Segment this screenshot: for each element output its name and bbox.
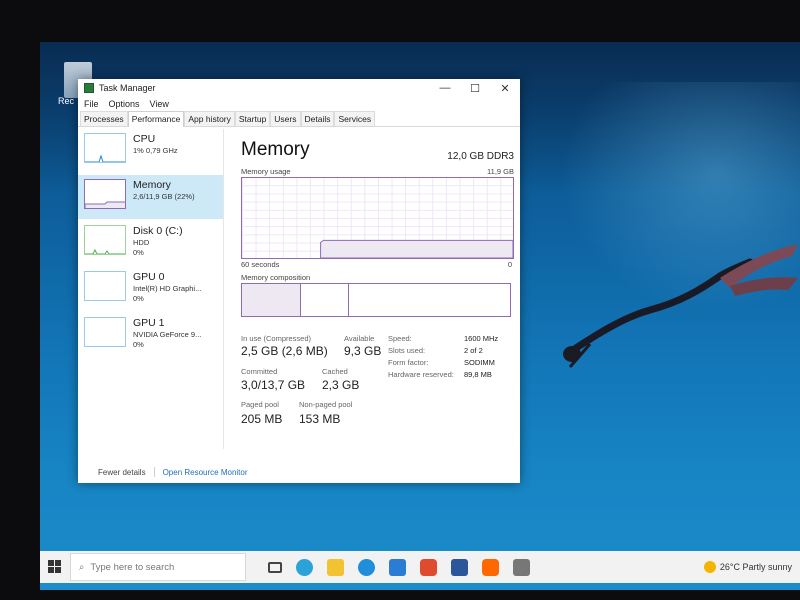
- brave-icon[interactable]: [420, 558, 437, 576]
- paged-pool-label: Paged pool: [241, 400, 279, 409]
- diver-wallpaper: [563, 244, 798, 368]
- tab-details[interactable]: Details: [300, 111, 335, 126]
- slots-label: Slots used:: [388, 346, 426, 355]
- memory-composition-bar[interactable]: [241, 283, 511, 317]
- menu-view[interactable]: View: [150, 99, 169, 109]
- form-factor-value: SODIMM: [464, 358, 495, 367]
- memory-panel: Memory 12,0 GB DDR3 Memory usage 11,9 GB…: [238, 129, 516, 449]
- window-title: Task Manager: [99, 83, 156, 93]
- weather-app-icon[interactable]: [296, 558, 313, 576]
- cached-label: Cached: [322, 367, 348, 376]
- non-paged-pool-value: 153 MB: [299, 412, 341, 426]
- tab-processes[interactable]: Processes: [80, 111, 128, 126]
- task-manager-window: Task Manager — ☐ ✕ File Options View Pro…: [78, 79, 520, 483]
- sidebar-item-label: Disk 0 (C:): [133, 225, 183, 237]
- sidebar-item-value: 2,6/11,9 GB (22%): [133, 192, 195, 201]
- usage-graph-max: 11,9 GB: [487, 167, 514, 176]
- title-bar[interactable]: Task Manager — ☐ ✕: [78, 79, 520, 97]
- tab-bar: Processes Performance App history Startu…: [78, 111, 520, 127]
- in-use-value: 2,5 GB (2,6 MB): [241, 344, 328, 358]
- sidebar-item-value: 1% 0,79 GHz: [133, 146, 178, 155]
- maximize-button[interactable]: ☐: [460, 82, 490, 95]
- non-paged-pool-label: Non-paged pool: [299, 400, 353, 409]
- footer: Fewer details Open Resource Monitor: [78, 461, 520, 483]
- cpu-graph-thumbnail: [84, 133, 126, 163]
- slots-value: 2 of 2: [464, 346, 483, 355]
- file-explorer-icon[interactable]: [327, 558, 344, 576]
- sidebar-item-value: Intel(R) HD Graphi...: [133, 284, 202, 293]
- gpu1-graph-thumbnail: [84, 317, 126, 347]
- sidebar-item-percent: 0%: [133, 340, 144, 349]
- open-resource-monitor-link[interactable]: Open Resource Monitor: [163, 468, 248, 477]
- menu-file[interactable]: File: [84, 99, 99, 109]
- sidebar-item-gpu1[interactable]: GPU 1 NVIDIA GeForce 9... 0%: [78, 313, 223, 357]
- store-icon[interactable]: [389, 558, 406, 576]
- paged-pool-value: 205 MB: [241, 412, 283, 426]
- sidebar-item-cpu[interactable]: CPU 1% 0,79 GHz: [78, 129, 223, 173]
- word-icon[interactable]: [451, 558, 468, 576]
- sidebar-item-percent: 0%: [133, 294, 144, 303]
- start-button[interactable]: [40, 551, 70, 583]
- available-label: Available: [344, 334, 375, 343]
- time-axis-label: 60 seconds: [241, 260, 280, 269]
- usage-graph-label: Memory usage: [241, 167, 291, 176]
- sidebar-item-value: HDD: [133, 238, 150, 247]
- sidebar-item-label: GPU 1: [133, 317, 165, 329]
- sidebar-item-gpu0[interactable]: GPU 0 Intel(R) HD Graphi... 0%: [78, 267, 223, 311]
- in-use-label: In use (Compressed): [241, 334, 312, 343]
- sidebar-item-label: Memory: [133, 179, 171, 191]
- sidebar-item-label: GPU 0: [133, 271, 165, 283]
- sidebar-item-label: CPU: [133, 133, 156, 145]
- memory-capacity: 12,0 GB DDR3: [447, 151, 514, 162]
- committed-value: 3,0/13,7 GB: [241, 378, 306, 392]
- resource-sidebar: CPU 1% 0,79 GHz Memory 2,6/11,9 GB (22%): [78, 129, 224, 449]
- composition-modified: [242, 284, 350, 316]
- memory-graph-thumbnail: [84, 179, 126, 209]
- app-icon[interactable]: [513, 558, 530, 576]
- weather-icon[interactable]: [703, 561, 716, 573]
- close-button[interactable]: ✕: [490, 82, 520, 95]
- search-icon: ⌕: [79, 561, 85, 573]
- task-manager-icon: [84, 83, 94, 93]
- composition-label: Memory composition: [241, 273, 311, 282]
- form-factor-label: Form factor:: [388, 358, 429, 367]
- menu-options[interactable]: Options: [109, 99, 140, 109]
- windows-logo-icon: [48, 560, 61, 573]
- tab-startup[interactable]: Startup: [234, 111, 271, 126]
- tab-users[interactable]: Users: [270, 111, 301, 126]
- speed-label: Speed:: [388, 334, 412, 343]
- recycle-bin-label: Rec: [58, 96, 75, 106]
- taskbar-apps: [268, 558, 530, 576]
- sidebar-item-disk[interactable]: Disk 0 (C:) HDD 0%: [78, 221, 223, 265]
- taskbar-search[interactable]: ⌕ Type here to search: [70, 553, 246, 581]
- memory-usage-graph: [241, 177, 514, 259]
- mi-app-icon[interactable]: [482, 558, 499, 576]
- minimize-button[interactable]: —: [430, 82, 460, 95]
- edge-icon[interactable]: [358, 558, 375, 576]
- sidebar-item-memory[interactable]: Memory 2,6/11,9 GB (22%): [78, 175, 223, 219]
- cached-value: 2,3 GB: [322, 378, 360, 392]
- desktop: Rec Task Manager — ☐ ✕ File Options View…: [40, 42, 800, 590]
- search-placeholder: Type here to search: [90, 561, 175, 573]
- hardware-reserved-label: Hardware reserved:: [388, 370, 454, 379]
- taskbar: ⌕ Type here to search 26°C Partly sunny: [40, 551, 800, 583]
- available-value: 9,3 GB: [344, 344, 382, 358]
- weather-text[interactable]: 26°C Partly sunny: [720, 562, 792, 572]
- fewer-details-link[interactable]: Fewer details: [98, 468, 146, 477]
- time-axis-zero: 0: [507, 260, 512, 269]
- sidebar-item-percent: 0%: [133, 248, 144, 257]
- gpu0-graph-thumbnail: [84, 271, 126, 301]
- page-title: Memory: [241, 139, 310, 160]
- sidebar-item-value: NVIDIA GeForce 9...: [133, 330, 202, 339]
- hardware-reserved-value: 89,8 MB: [464, 370, 492, 379]
- tab-services[interactable]: Services: [334, 111, 376, 126]
- tab-performance[interactable]: Performance: [127, 111, 185, 127]
- speed-value: 1600 MHz: [464, 334, 499, 343]
- system-tray: 26°C Partly sunny: [703, 561, 800, 573]
- disk-graph-thumbnail: [84, 225, 126, 255]
- task-view-icon[interactable]: [268, 561, 282, 573]
- tab-app-history[interactable]: App history: [184, 111, 235, 126]
- menu-bar: File Options View: [78, 97, 520, 111]
- committed-label: Committed: [241, 367, 278, 376]
